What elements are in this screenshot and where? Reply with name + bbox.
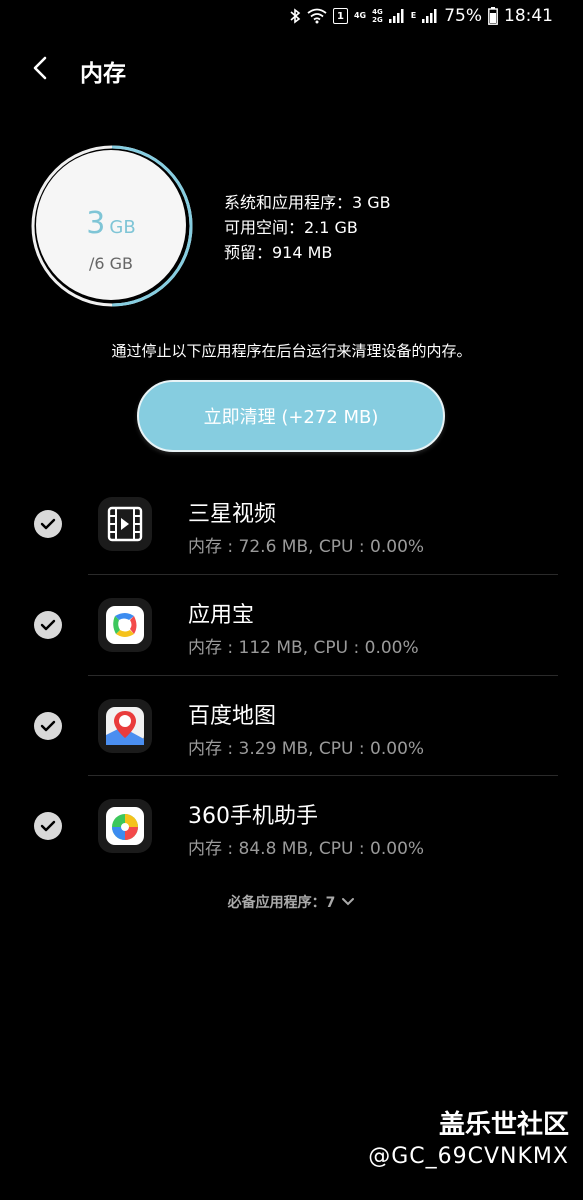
back-arrow-icon <box>33 56 47 80</box>
check-icon[interactable] <box>34 812 62 840</box>
stat-reserved: 预留：914 MB <box>224 243 333 262</box>
check-icon[interactable] <box>34 510 62 538</box>
video-icon <box>98 497 152 551</box>
check-icon[interactable] <box>34 611 62 639</box>
clock: 18:41 <box>504 6 553 26</box>
network-stack: 4G 2G <box>372 8 383 24</box>
used-memory-value: 3 <box>86 206 106 241</box>
network-4g-label: 4G <box>353 11 367 20</box>
network-2g-label: 2G <box>372 16 383 24</box>
network-4g-label-2: 4G <box>372 8 383 16</box>
check-icon[interactable] <box>34 712 62 740</box>
baidu-map-icon <box>98 699 152 753</box>
page-title: 内存 <box>80 61 126 87</box>
status-icons: 1 4G 4G 2G E 75% 18:41 <box>289 6 553 26</box>
essential-apps-toggle[interactable]: 必备应用程序：7 <box>0 892 583 912</box>
app-row[interactable]: 百度地图 内存 : 3.29 MB, CPU : 0.00% <box>0 676 583 776</box>
sim-badge: 1 <box>332 8 348 24</box>
app-row[interactable]: 应用宝 内存 : 112 MB, CPU : 0.00% <box>0 575 583 675</box>
stat-available: 可用空间：2.1 GB <box>224 218 358 237</box>
essential-apps-label: 必备应用程序：7 <box>227 895 336 911</box>
app-row[interactable]: 三星视频 内存 : 72.6 MB, CPU : 0.00% <box>0 474 583 574</box>
app-name: 百度地图 <box>188 704 277 729</box>
yingyongbao-icon <box>98 598 152 652</box>
clean-now-button[interactable]: 立即清理 (+272 MB) <box>137 380 445 452</box>
app-bar: 内存 <box>0 44 583 94</box>
app-usage: 内存 : 72.6 MB, CPU : 0.00% <box>188 537 425 557</box>
stat-system-apps: 系统和应用程序：3 GB <box>224 193 391 212</box>
battery-icon <box>488 7 498 25</box>
memory-stats: 系统和应用程序：3 GB 可用空间：2.1 GB 预留：914 MB <box>224 190 391 265</box>
status-bar: 1 4G 4G 2G E 75% 18:41 <box>0 0 583 36</box>
app-name: 三星视频 <box>188 502 277 527</box>
description-text: 通过停止以下应用程序在后台运行来清理设备的内存。 <box>111 342 472 360</box>
used-memory: 3 GB <box>36 206 186 241</box>
app-usage: 内存 : 112 MB, CPU : 0.00% <box>188 638 419 658</box>
chevron-down-icon <box>342 898 355 906</box>
bluetooth-icon <box>289 8 301 24</box>
total-memory: /6 GB <box>88 254 134 273</box>
app-usage: 内存 : 84.8 MB, CPU : 0.00% <box>188 839 425 859</box>
battery-percent: 75% <box>444 6 482 26</box>
app-name: 应用宝 <box>188 603 255 628</box>
wifi-icon <box>307 8 327 24</box>
network-e-label: E <box>410 11 417 20</box>
watermark-user: @GC_69CVNKMX <box>368 1144 569 1169</box>
app-usage: 内存 : 3.29 MB, CPU : 0.00% <box>188 739 425 759</box>
back-button[interactable] <box>24 52 56 84</box>
signal-icon-2 <box>422 9 438 23</box>
360-assistant-icon <box>98 799 152 853</box>
app-row[interactable]: 360手机助手 内存 : 84.8 MB, CPU : 0.00% <box>0 776 583 876</box>
app-name: 360手机助手 <box>188 804 318 829</box>
memory-usage-circle: 3 GB /6 GB <box>30 144 194 308</box>
memory-circle-face: 3 GB /6 GB <box>36 150 186 300</box>
signal-icon <box>388 9 405 23</box>
used-memory-unit: GB <box>109 217 136 238</box>
watermark-title: 盖乐世社区 <box>438 1110 569 1140</box>
